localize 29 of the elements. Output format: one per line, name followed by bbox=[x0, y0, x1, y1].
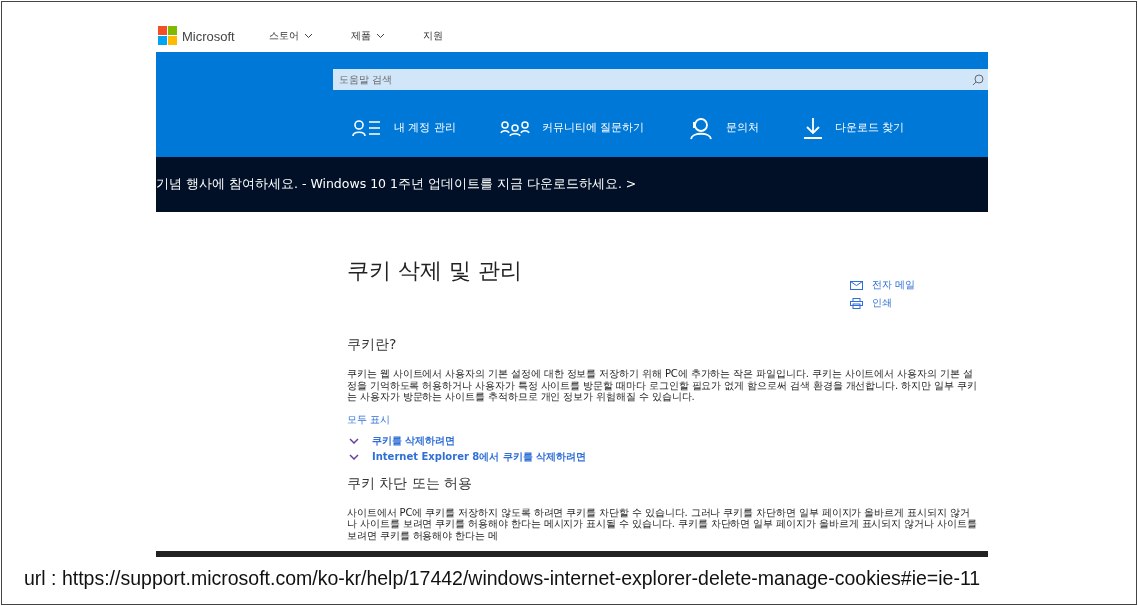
person-headset-icon bbox=[688, 116, 715, 140]
quick-link[interactable]: 문의처 bbox=[726, 121, 760, 135]
expander-link[interactable]: 쿠키를 삭제하려면 bbox=[372, 433, 456, 448]
section-heading: 쿠키 차단 또는 허용 bbox=[347, 474, 473, 493]
share-link[interactable]: 인쇄 bbox=[872, 296, 892, 310]
search-field[interactable]: 도움말 검색 bbox=[333, 69, 988, 90]
share-link[interactable]: 전자 메일 bbox=[872, 278, 916, 292]
brand-name[interactable]: Microsoft bbox=[182, 28, 235, 44]
search-icon bbox=[972, 74, 984, 86]
article-title: 쿠키 삭제 및 관리 bbox=[347, 257, 523, 285]
expander-link[interactable]: Internet Explorer 8에서 쿠키를 삭제하려면 bbox=[372, 449, 587, 464]
paragraph: 쿠키는 웹 사이트에서 사용자의 기본 설정에 대한 정보를 저장하기 위해 PC에 추가하는 작은 파일입니다. 쿠키는 사이트에서 사용자의 기본 설정을 기억하도록 허용하거나 사용자가 특정 사이트를 방문할 때마다 로그인할 필요가 없게 함으로써 검색 환경을 개선합니다. 하지만 일부 쿠키는 사용자가 방문하는 사이트를 추적하므로 개인 정보가 위험해질 수 있습니다. bbox=[347, 368, 978, 403]
nav-menu-item[interactable]: 제품 bbox=[350, 29, 385, 43]
section-heading: 쿠키란? bbox=[347, 336, 397, 354]
people-icon bbox=[499, 119, 530, 137]
quick-link[interactable]: 다운로드 찾기 bbox=[835, 121, 905, 135]
nav-menu-item[interactable]: 스토어 bbox=[268, 29, 313, 43]
envelope-icon bbox=[850, 280, 863, 290]
url-caption: url : https://support.microsoft.com/ko-kr/help/17442/windows-internet-explorer-delete-manage-cookies#ie=ie-11 bbox=[24, 567, 981, 590]
person-list-icon bbox=[352, 119, 382, 137]
quick-link[interactable]: 내 계정 관리 bbox=[394, 121, 456, 135]
download-icon bbox=[803, 117, 824, 139]
paragraph: 사이트에서 PC에 쿠키를 저장하지 않도록 하려면 쿠키를 차단할 수 있습니다. 그러나 쿠키를 차단하면 일부 페이지가 올바르게 표시되지 않거나 사이트를 보려면 쿠키를 허용해야 한다는 메시지가 표시될 수 있습니다. 쿠키를 차단하면 일부 페이지가 올바르게 표시되지 않거나 사이트를 보려면 쿠키를 허용해야 한다는 메 bbox=[347, 506, 978, 541]
printer-icon bbox=[850, 297, 863, 309]
quick-link[interactable]: 커뮤니티에 질문하기 bbox=[541, 121, 645, 135]
windows-logo-icon bbox=[158, 26, 178, 46]
nav-menu-item[interactable]: 지원 bbox=[422, 29, 443, 43]
promo-banner[interactable]: 기념 행사에 참여하세요. - Windows 10 1주년 업데이트를 지금 다운로드하세요. > bbox=[156, 157, 988, 212]
show-all-link[interactable]: 모두 표시 bbox=[347, 412, 391, 427]
